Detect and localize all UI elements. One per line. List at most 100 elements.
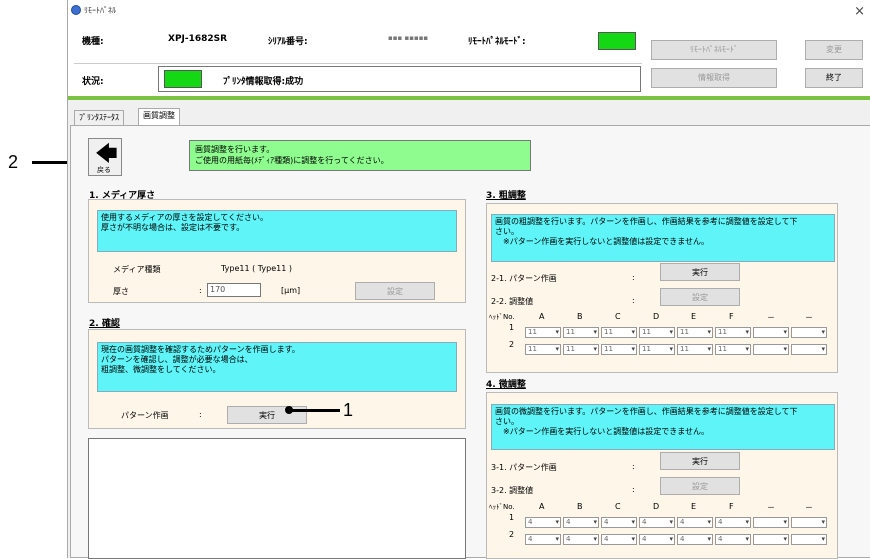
coarse-value-dropdown[interactable]: 11 (525, 327, 561, 338)
fine-grid: ABCDEF－－14444442444444 (487, 499, 839, 559)
coarse-value-dropdown[interactable]: 11 (601, 327, 637, 338)
back-arrow-icon: 🡄 (95, 142, 118, 167)
media-section: 使用するメディアの厚さを設定してください。 厚さが不明な場合は、設定は不要です。… (88, 199, 466, 303)
coarse-value-dropdown[interactable]: 11 (601, 344, 637, 355)
fine-run-button[interactable]: 実行 (660, 452, 740, 470)
intro-line-2: ご使用の用紙毎(ﾒﾃﾞｨｱ種類)に調整を行ってください。 (195, 156, 389, 165)
fine-value-dropdown[interactable]: 4 (563, 517, 599, 528)
close-icon[interactable]: × (854, 4, 865, 19)
fine-set-button[interactable]: 設定 (660, 477, 740, 495)
fine-adjust-colon: : (632, 485, 635, 494)
coarse-value-dropdown[interactable]: 11 (715, 344, 751, 355)
thickness-input[interactable]: 170 (207, 283, 261, 297)
fine-col-header: D (653, 502, 660, 511)
coarse-pattern-label: 2-1. パターン作画 (491, 274, 557, 283)
coarse-value-dropdown[interactable]: 11 (639, 327, 675, 338)
coarse-set-button[interactable]: 設定 (660, 288, 740, 306)
fine-value-dropdown[interactable]: 4 (639, 517, 675, 528)
coarse-description: 画質の粗調整を行います。パターンを作画し、作画結果を参考に調整値を設定して下 さ… (491, 214, 835, 262)
coarse-col-header: － (767, 313, 775, 322)
intro-box: 画質調整を行います。 ご使用の用紙毎(ﾒﾃﾞｨｱ種類)に調整を行ってください。 (189, 140, 531, 171)
fine-description: 画質の微調整を行います。パターンを作画し、作画結果を参考に調整値を設定して下 さ… (491, 404, 835, 450)
fine-value-dropdown[interactable]: 4 (639, 534, 675, 545)
remote-mode-indicator (598, 32, 636, 50)
coarse-col-header: E (691, 312, 697, 321)
fine-value-dropdown[interactable]: 4 (677, 534, 713, 545)
coarse-pattern-colon: : (632, 273, 635, 282)
fine-col-header: － (805, 503, 813, 512)
remote-mode-button[interactable]: ﾘﾓｰﾄﾊﾟﾈﾙﾓｰﾄﾞ (651, 40, 777, 60)
fine-value-dropdown[interactable]: 4 (601, 517, 637, 528)
coarse-value-dropdown[interactable]: 11 (563, 344, 599, 355)
coarse-value-dropdown[interactable]: 11 (639, 344, 675, 355)
fine-value-dropdown[interactable]: 4 (525, 517, 561, 528)
coarse-value-dropdown[interactable]: 11 (677, 344, 713, 355)
coarse-desc-2: さい。 (495, 227, 519, 236)
tab-printer-status[interactable]: ﾌﾟﾘﾝﾀｽﾃｰﾀｽ (74, 110, 124, 126)
fine-value-dropdown[interactable]: 4 (525, 534, 561, 545)
app-icon (71, 5, 81, 15)
fine-desc-1: 画質の微調整を行います。パターンを作画し、作画結果を参考に調整値を設定して下 (495, 407, 798, 416)
status-indicator (164, 70, 202, 88)
fine-col-header: F (729, 502, 734, 511)
coarse-row-number: 2 (509, 340, 515, 349)
coarse-section-title: 3. 粗調整 (486, 191, 526, 201)
change-button[interactable]: 変更 (805, 40, 863, 60)
fine-pattern-label: 3-1. パターン作画 (491, 463, 557, 472)
fine-value-dropdown[interactable] (753, 517, 789, 528)
header-divider (74, 63, 642, 64)
fine-section: 画質の微調整を行います。パターンを作画し、作画結果を参考に調整値を設定して下 さ… (486, 392, 838, 559)
coarse-value-dropdown[interactable]: 11 (563, 327, 599, 338)
confirm-desc-3: 粗調整、微調整をしてください。 (101, 365, 221, 374)
fine-value-dropdown[interactable]: 4 (677, 517, 713, 528)
fine-value-dropdown[interactable]: 4 (563, 534, 599, 545)
confirm-section: 現在の画質調整を確認するためパターンを作画します。 パターンを確認し、調整が必要… (88, 329, 466, 429)
model-label: 機種: (82, 37, 104, 47)
coarse-adjust-colon: : (632, 296, 635, 305)
header-panel: 機種: XPJ-1682SR ｼﾘｱﾙ番号: ▪▪▪ ▪▪▪▪▪ ﾘﾓｰﾄﾊﾟﾈ… (68, 22, 870, 96)
coarse-col-header: A (539, 312, 545, 321)
fine-value-dropdown[interactable] (791, 534, 827, 545)
fine-value-dropdown[interactable] (791, 517, 827, 528)
fine-value-dropdown[interactable] (753, 534, 789, 545)
fine-value-dropdown[interactable]: 4 (715, 517, 751, 528)
fine-value-dropdown[interactable]: 4 (601, 534, 637, 545)
media-type-label: メディア種類 (113, 265, 161, 274)
fine-adjust-label: 3-2. 調整値 (491, 486, 534, 495)
fine-value-dropdown[interactable]: 4 (715, 534, 751, 545)
fine-col-header: A (539, 502, 545, 511)
media-description: 使用するメディアの厚さを設定してください。 厚さが不明な場合は、設定は不要です。 (97, 210, 457, 252)
tab-image-adjust[interactable]: 画質調整 (138, 108, 180, 126)
back-button[interactable]: 🡄 戻る (88, 138, 122, 176)
fine-col-header: C (615, 502, 621, 511)
fine-desc-2: さい。 (495, 417, 519, 426)
image-adjust-panel: 🡄 戻る 画質調整を行います。 ご使用の用紙毎(ﾒﾃﾞｨｱ種類)に調整を行ってく… (70, 125, 870, 559)
coarse-value-dropdown[interactable] (791, 344, 827, 355)
confirm-desc-1: 現在の画質調整を確認するためパターンを作画します。 (101, 345, 300, 354)
back-label: 戻る (97, 166, 111, 174)
media-desc-2: 厚さが不明な場合は、設定は不要です。 (101, 223, 245, 232)
confirm-desc-2: パターンを確認し、調整が必要な場合は、 (101, 355, 253, 364)
coarse-value-dropdown[interactable]: 11 (715, 327, 751, 338)
coarse-value-dropdown[interactable] (791, 327, 827, 338)
annotation-1-line (290, 409, 340, 412)
fine-desc-3: ※パターン作画を実行しないと調整値は設定できません。 (503, 427, 710, 436)
thickness-set-button[interactable]: 設定 (355, 282, 435, 300)
coarse-value-dropdown[interactable] (753, 327, 789, 338)
fine-col-header: － (767, 503, 775, 512)
exit-button[interactable]: 終了 (805, 68, 863, 88)
serial-value: ▪▪▪ ▪▪▪▪▪ (388, 34, 429, 42)
coarse-col-header: D (653, 312, 660, 321)
info-button[interactable]: 情報取得 (651, 68, 777, 88)
coarse-run-button[interactable]: 実行 (660, 263, 740, 281)
coarse-value-dropdown[interactable]: 11 (677, 327, 713, 338)
thickness-label: 厚さ (113, 287, 129, 296)
coarse-value-dropdown[interactable]: 11 (525, 344, 561, 355)
remote-mode-label: ﾘﾓｰﾄﾊﾟﾈﾙﾓｰﾄﾞ: (468, 37, 526, 47)
confirm-section-title: 2. 確認 (89, 319, 120, 329)
coarse-row-number: 1 (509, 323, 515, 332)
coarse-value-dropdown[interactable] (753, 344, 789, 355)
coarse-desc-3: ※パターン作画を実行しないと調整値は設定できません。 (503, 237, 710, 246)
intro-line-1: 画質調整を行います。 (195, 145, 275, 154)
fine-row-number: 2 (509, 530, 515, 539)
